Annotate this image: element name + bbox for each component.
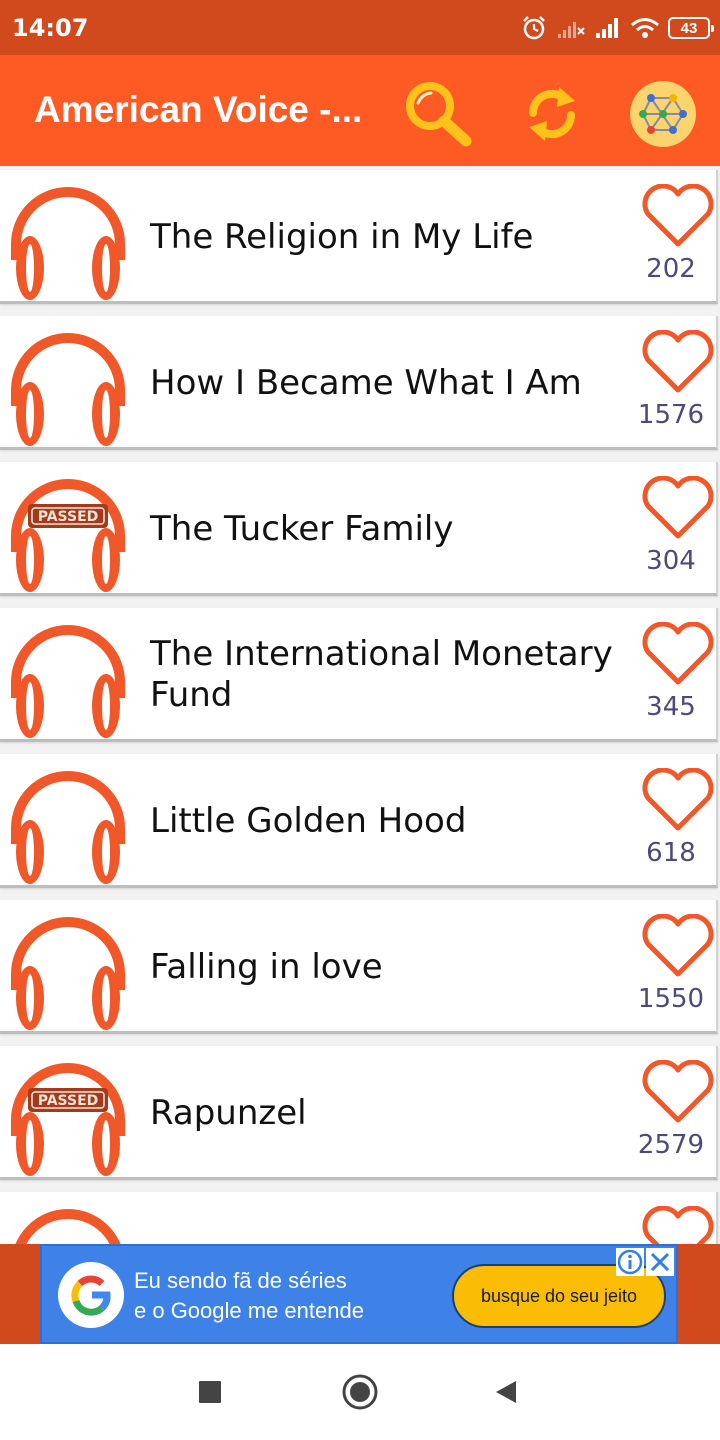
search-button[interactable] [402,79,472,149]
headphones-icon [15,1209,121,1244]
story-title: How Ideas Pop into Our [150,1192,620,1245]
ad-banner[interactable]: Eu sendo fã de séries e o Google me ente… [40,1244,678,1344]
signal-icon [596,18,618,38]
like-count: 1550 [637,984,705,1014]
battery-level: 43 [680,19,698,37]
story-card[interactable]: How Ideas Pop into Our [0,1192,718,1244]
heart-icon[interactable] [640,184,716,250]
passed-stamp-text: PASSED [38,1093,99,1109]
story-title: Falling in love [150,946,383,987]
back-button[interactable] [486,1372,526,1412]
heart-icon[interactable] [640,1060,716,1126]
app-title: American Voice -... [34,89,363,130]
wifi-icon [631,18,659,38]
like-count: 2579 [637,1130,705,1160]
story-card[interactable]: Falling in love 1550 [0,900,718,1034]
headphones-icon [11,333,125,446]
story-title: The International Monetary Fund [150,634,613,715]
ad-text: Eu sendo fã de séries e o Google me ente… [134,1266,424,1326]
headphones-icon [11,625,125,738]
heart-icon[interactable] [640,476,716,542]
ad-line-1: Eu sendo fã de séries [134,1268,347,1293]
heart-icon[interactable] [640,330,716,396]
like-count: 345 [646,692,696,722]
status-time: 14:07 [12,14,89,42]
headphones-icon [11,187,125,300]
status-bar: 14:07 43 [0,0,720,55]
story-list[interactable]: The Religion in My Life 202 How I Became… [0,166,720,1244]
story-card[interactable]: The International Monetary Fund 345 [0,608,718,742]
heart-icon[interactable] [640,622,716,688]
home-button[interactable] [340,1372,380,1412]
refresh-button[interactable] [517,79,587,149]
alarm-icon [523,16,545,40]
story-title: Rapunzel [150,1092,307,1133]
heart-icon[interactable] [640,914,716,980]
like-count: 618 [646,838,696,868]
recent-apps-button[interactable] [190,1372,230,1412]
headphones-icon [11,771,125,884]
heart-icon[interactable] [640,1206,716,1244]
refresh-icon [528,87,576,141]
story-title: The Tucker Family [150,508,454,549]
status-icons: 43 [520,12,714,44]
ad-line-2: e o Google me entende [134,1298,364,1323]
ad-strip: Eu sendo fã de séries e o Google me ente… [0,1244,720,1344]
like-count: 1576 [637,400,705,430]
story-title: How I Became What I Am [150,362,582,403]
story-card[interactable]: PASSED Rapunzel 2579 [0,1046,718,1180]
story-title: Little Golden Hood [150,800,467,841]
headphones-passed-icon: PASSED [11,1063,125,1176]
network-icon [630,81,696,147]
signal-off-icon [558,22,585,38]
ad-close-icon[interactable] [646,1248,674,1276]
story-card[interactable]: The Religion in My Life 202 [0,170,718,304]
battery-icon: 43 [668,17,714,39]
recent-apps-icon [199,1381,221,1403]
search-icon [406,82,472,147]
story-card[interactable]: Little Golden Hood 618 [0,754,718,888]
home-icon [342,1374,378,1410]
headphones-icon [11,917,125,1030]
heart-icon[interactable] [640,768,716,834]
story-title: The Religion in My Life [150,216,534,257]
ad-info-icon[interactable] [616,1248,644,1276]
google-logo-icon [58,1262,124,1328]
app-bar: American Voice -... [0,55,720,166]
like-count: 304 [646,546,696,576]
headphones-passed-icon: PASSED [11,479,125,592]
navigation-bar [0,1344,720,1440]
like-count: 202 [646,254,696,284]
network-button[interactable] [628,79,698,149]
story-card[interactable]: How I Became What I Am 1576 [0,316,718,450]
story-card[interactable]: PASSED The Tucker Family 304 [0,462,718,596]
back-icon [496,1381,516,1403]
passed-stamp-text: PASSED [38,509,99,525]
